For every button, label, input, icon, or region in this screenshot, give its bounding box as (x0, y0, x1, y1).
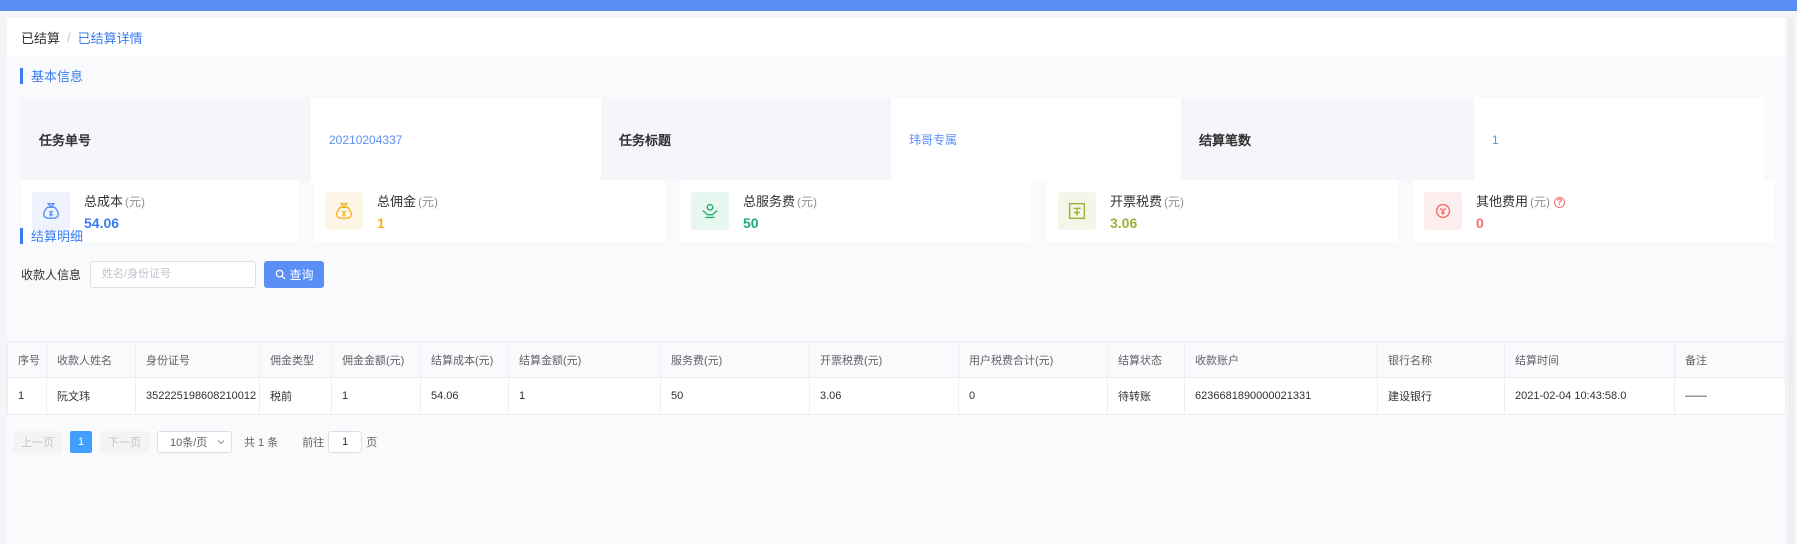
task-title-value: 玮哥专属 (891, 98, 1181, 181)
column-header: 佣金金额(元) (331, 341, 421, 378)
table-cell: 3.06 (809, 377, 959, 415)
column-header: 开票税费(元) (809, 341, 959, 378)
goto-suffix: 页 (366, 437, 378, 449)
stat-value: 50 (743, 215, 759, 231)
search-icon (275, 269, 286, 280)
top-header-bar (0, 0, 1797, 11)
task-number-value: 20210204337 (311, 98, 601, 181)
stat-invoice-tax: 开票税费 (元) 3.06 (1047, 180, 1398, 242)
table-cell: 0 (958, 377, 1108, 415)
column-header: 收款人姓名 (46, 341, 136, 378)
basic-info-grid: 任务单号 20210204337 任务标题 玮哥专属 结算笔数 1 (21, 98, 1774, 181)
section-accent-bar (20, 67, 23, 84)
basic-info-title-text: 基本信息 (31, 69, 84, 84)
stat-title: 总服务费 (743, 194, 796, 209)
stat-unit: (元) (1530, 195, 1551, 209)
column-header: 结算成本(元) (420, 341, 509, 378)
page-number-current[interactable]: 1 (70, 431, 92, 453)
table-cell: 2021-02-04 10:43:58.0 (1504, 377, 1675, 415)
column-header: 身份证号 (135, 341, 260, 378)
stat-title: 总佣金 (377, 194, 417, 209)
table-cell: 待转账 (1107, 377, 1185, 415)
table-cell: 税前 (259, 377, 332, 415)
table-cell: 阮文玮 (46, 377, 136, 415)
stat-total-commission: 总佣金 (元) 1 (314, 180, 665, 242)
goto-prefix: 前往 (302, 437, 325, 449)
goto-page-input[interactable]: 1 (328, 431, 363, 453)
detail-title: 结算明细 (20, 226, 83, 245)
breadcrumb-separator: / (67, 29, 71, 45)
vertical-scrollbar[interactable] (1788, 18, 1794, 544)
table-cell: 352225198608210012 (135, 377, 260, 415)
help-icon[interactable]: ? (1554, 197, 1566, 209)
table-cell: 1 (7, 377, 47, 415)
money-bag-icon (325, 192, 363, 230)
stat-title: 总成本 (84, 194, 124, 209)
stat-title: 其他费用 (1476, 194, 1529, 209)
pagination: 上一页 1 下一页 10条/页 共 1 条 前往 1 页 (13, 431, 377, 453)
money-bag-icon (32, 192, 70, 230)
breadcrumb: 已结算 / 已结算详情 (7, 18, 1785, 56)
stat-other-fees: 其他费用 (元)? 0 (1413, 180, 1774, 242)
page-content: 已结算 / 已结算详情 基本信息 任务单号 20210204337 任务标题 玮… (7, 18, 1786, 544)
coin-icon (1424, 192, 1462, 230)
table-cell: 1 (331, 377, 421, 415)
hand-coin-icon (691, 192, 729, 230)
prev-page-button[interactable]: 上一页 (13, 431, 62, 453)
search-button[interactable]: 查询 (264, 260, 325, 288)
column-header: 银行名称 (1377, 341, 1505, 378)
basic-info-title: 基本信息 (20, 66, 83, 85)
task-title-label: 任务标题 (601, 98, 891, 181)
column-header: 结算金额(元) (508, 341, 661, 378)
stat-value: 54.06 (84, 215, 120, 231)
settle-count-value: 1 (1474, 98, 1764, 181)
table-cell: 6236681890000021331 (1184, 377, 1378, 415)
settle-count-label: 结算笔数 (1181, 98, 1474, 181)
stat-unit: (元) (1164, 195, 1185, 209)
next-page-button[interactable]: 下一页 (100, 431, 149, 453)
table-header-row: 序号 收款人姓名 身份证号 佣金类型 佣金金额(元) 结算成本(元) 结算金额(… (7, 341, 1786, 378)
payee-search-input[interactable] (90, 260, 257, 288)
stat-value: 0 (1476, 215, 1484, 231)
table-row[interactable]: 1 阮文玮 352225198608210012 税前 1 54.06 1 50… (7, 377, 1786, 415)
task-number-label: 任务单号 (21, 98, 311, 181)
chevron-down-icon (217, 440, 225, 445)
column-header: 序号 (7, 341, 47, 378)
column-header: 服务费(元) (660, 341, 810, 378)
column-header: 收款账户 (1184, 341, 1378, 378)
total-count: 共 1 条 (244, 437, 279, 449)
stat-value: 1 (377, 215, 385, 231)
stat-unit: (元) (797, 195, 818, 209)
tax-stamp-icon (1058, 192, 1096, 230)
table-cell: 54.06 (420, 377, 509, 415)
stat-title: 开票税费 (1110, 194, 1163, 209)
stat-total-service-fee: 总服务费 (元) 50 (680, 180, 1031, 242)
column-header: 用户税费合计(元) (958, 341, 1108, 378)
column-header: 结算状态 (1107, 341, 1185, 378)
section-accent-bar (20, 227, 23, 244)
stat-value: 3.06 (1110, 215, 1138, 231)
settlement-table: 序号 收款人姓名 身份证号 佣金类型 佣金金额(元) 结算成本(元) 结算金额(… (7, 341, 1786, 415)
search-button-label: 查询 (289, 267, 314, 282)
column-header: 佣金类型 (259, 341, 332, 378)
column-header: 备注 (1674, 341, 1786, 378)
table-cell: 建设银行 (1377, 377, 1505, 415)
column-header: 结算时间 (1504, 341, 1675, 378)
breadcrumb-current: 已结算详情 (77, 30, 143, 46)
breadcrumb-parent[interactable]: 已结算 (21, 28, 60, 47)
table-cell: —— (1674, 377, 1786, 415)
page-size-value: 10条/页 (170, 437, 208, 449)
page-size-select[interactable]: 10条/页 (157, 431, 232, 453)
stat-unit: (元) (418, 195, 439, 209)
payee-info-label: 收款人信息 (21, 267, 82, 282)
detail-title-text: 结算明细 (31, 229, 84, 244)
filter-bar: 收款人信息 查询 (21, 260, 325, 288)
table-cell: 1 (508, 377, 661, 415)
table-cell: 50 (660, 377, 810, 415)
stat-unit: (元) (125, 195, 146, 209)
